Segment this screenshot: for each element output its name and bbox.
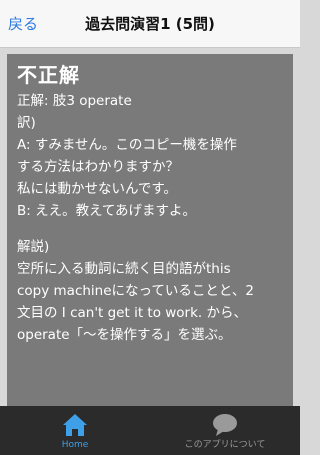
page-title: 過去問演習1 (5問): [85, 15, 215, 33]
result-panel: 不正解 正解: 肢3 operate 訳) A: すみません。このコピー機を操作…: [7, 54, 293, 406]
translation-line: する方法はわかりますか？: [17, 159, 179, 175]
translation-line: 私には動かせないんです。: [17, 181, 177, 197]
explanation-heading: 解説): [17, 239, 50, 255]
explanation-line: copy machineになっていることと、2: [17, 283, 254, 299]
translation-heading: 訳): [17, 115, 36, 131]
tab-about-app[interactable]: このアプリについて: [150, 406, 300, 455]
tab-bar: Home このアプリについて: [0, 406, 300, 455]
translation-line: B: ええ。教えてあげますよ。: [17, 203, 197, 219]
speech-bubble-icon: [213, 414, 237, 436]
house-icon: [63, 414, 87, 436]
navigation-bar: 戻る 過去問演習1 (5問): [0, 0, 300, 48]
explanation-line: 文目の I can't get it to work. から、: [17, 305, 248, 321]
tab-home[interactable]: Home: [0, 406, 150, 455]
tab-home-label: Home: [61, 440, 89, 450]
tab-about-app-label: このアプリについて: [184, 440, 266, 450]
correct-answer: 正解: 肢3 operate: [17, 93, 132, 109]
explanation-line: operate「～を操作する」を選ぶ。: [17, 327, 232, 343]
translation-line: A: すみません。このコピー機を操作: [17, 137, 237, 153]
verdict-label: 不正解: [17, 63, 80, 87]
explanation-line: 空所に入る動詞に続く目的語がthis: [17, 261, 231, 277]
